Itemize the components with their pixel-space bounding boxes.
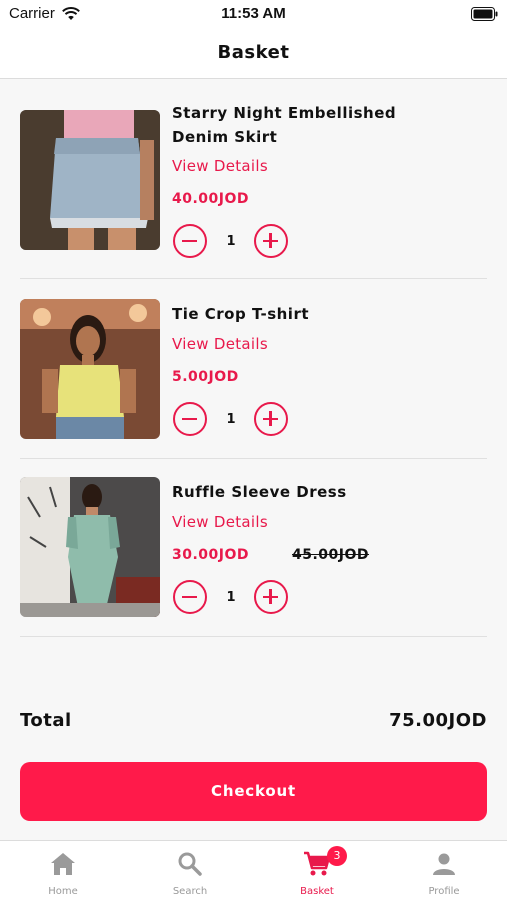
product-name-line1: Ruffle Sleeve Dress	[172, 483, 347, 501]
total-label: Total	[20, 710, 72, 731]
search-icon	[177, 851, 203, 881]
tab-label: Home	[48, 886, 78, 897]
basket-item: Ruffle Sleeve Dress View Details 30.00JO…	[20, 459, 487, 637]
product-name-line1: Starry Night Embellished	[172, 104, 397, 122]
quantity-value: 1	[226, 234, 236, 249]
basket-item: Tie Crop T-shirt View Details 5.00JOD 1	[20, 281, 487, 459]
product-name: Starry Night Embellished Denim Skirt	[172, 101, 472, 149]
tab-label: Search	[172, 886, 208, 897]
minus-icon	[182, 595, 197, 598]
minus-icon	[182, 239, 197, 242]
view-details-link[interactable]: View Details	[172, 513, 268, 531]
product-image[interactable]	[20, 477, 160, 617]
product-name: Ruffle Sleeve Dress	[172, 480, 472, 504]
view-details-link[interactable]: View Details	[172, 157, 268, 175]
tab-profile[interactable]: Profile	[381, 841, 507, 900]
status-bar: Carrier 11:53 AM	[0, 0, 507, 28]
decrease-quantity-button[interactable]	[173, 402, 207, 436]
battery-icon	[471, 6, 498, 25]
decrease-quantity-button[interactable]	[173, 580, 207, 614]
nav-bar: Basket	[0, 28, 507, 79]
increase-quantity-button[interactable]	[254, 580, 288, 614]
plus-icon-vertical	[269, 589, 272, 604]
product-price: 40.00JOD	[172, 191, 250, 207]
tab-basket[interactable]: 3 Basket	[254, 841, 380, 900]
product-name-line1: Tie Crop T-shirt	[172, 305, 310, 323]
basket-item: Starry Night Embellished Denim Skirt Vie…	[20, 101, 487, 279]
product-price: 30.00JOD	[172, 547, 250, 563]
checkout-button[interactable]: Checkout	[20, 762, 487, 821]
page-title: Basket	[217, 42, 290, 63]
increase-quantity-button[interactable]	[254, 402, 288, 436]
profile-icon	[431, 851, 457, 881]
original-price: 45.00JOD	[292, 547, 370, 563]
view-details-link[interactable]: View Details	[172, 335, 268, 353]
clock: 11:53 AM	[221, 5, 286, 22]
tab-label: Basket	[300, 886, 334, 897]
home-icon	[50, 851, 76, 881]
plus-icon-vertical	[269, 411, 272, 426]
tab-bar: Home Search 3 Basket Profile	[0, 840, 507, 900]
quantity-value: 1	[226, 412, 236, 427]
quantity-value: 1	[226, 590, 236, 605]
increase-quantity-button[interactable]	[254, 224, 288, 258]
plus-icon-vertical	[269, 233, 272, 248]
cart-count-badge: 3	[327, 846, 347, 866]
tab-search[interactable]: Search	[127, 841, 253, 900]
decrease-quantity-button[interactable]	[173, 224, 207, 258]
product-name: Tie Crop T-shirt	[172, 302, 472, 326]
product-image[interactable]	[20, 110, 160, 250]
product-price: 5.00JOD	[172, 369, 239, 385]
tab-label: Profile	[428, 886, 460, 897]
tab-home[interactable]: Home	[0, 841, 126, 900]
total-value: 75.00JOD	[389, 710, 487, 731]
product-name-line2: Denim Skirt	[172, 128, 278, 146]
minus-icon	[182, 417, 197, 420]
product-image[interactable]	[20, 299, 160, 439]
